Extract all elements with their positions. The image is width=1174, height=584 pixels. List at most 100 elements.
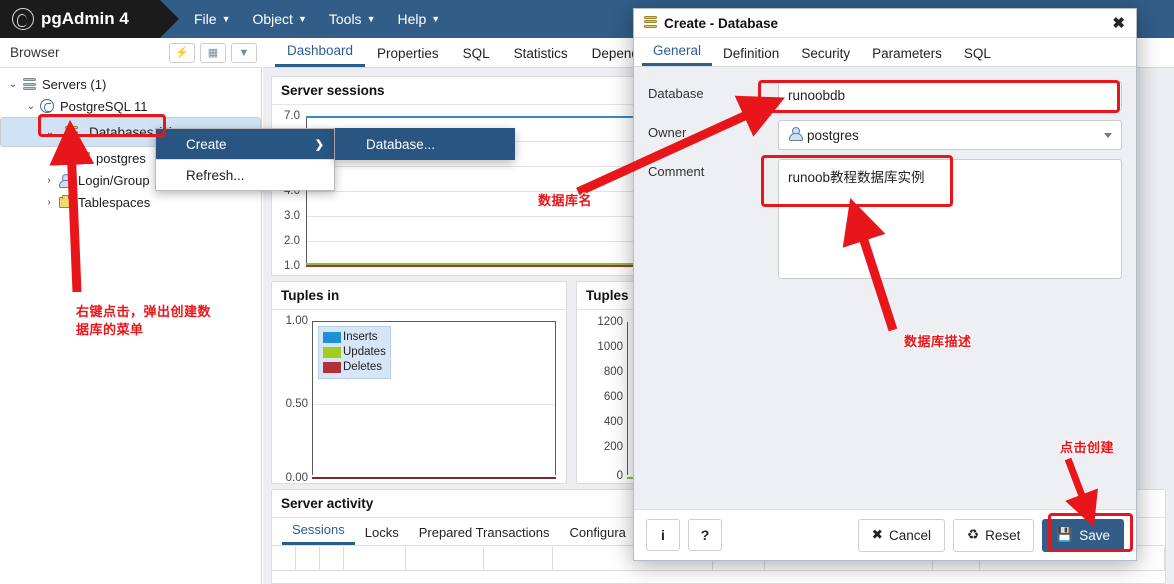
subtab-prepared-transactions[interactable]: Prepared Transactions [409, 523, 560, 545]
menu-help-label: Help [397, 11, 427, 27]
floppy-disk-icon: 💾 [1056, 527, 1074, 542]
cancel-button[interactable]: ✖ Cancel [857, 518, 946, 552]
chevron-down-icon: ▼ [221, 13, 231, 24]
chart-legend-tuples-in: Inserts Updates Deletes [318, 326, 391, 379]
dialog-tab-general[interactable]: General [642, 41, 713, 66]
chevron-down-icon[interactable]: ⌄ [24, 101, 38, 112]
panel-tuples-in-title: Tuples in [272, 282, 566, 310]
menu-tools-label: Tools [328, 11, 362, 27]
dialog-title: Create - Database [644, 15, 1109, 31]
subtab-sessions[interactable]: Sessions [282, 520, 355, 545]
chevron-right-icon[interactable]: › [60, 153, 74, 164]
help-button[interactable]: ? [688, 519, 722, 551]
ytick: 800 [603, 366, 623, 378]
context-menu-item-refresh[interactable]: Refresh... [156, 160, 334, 190]
dialog-tab-strip: General Definition Security Parameters S… [634, 38, 1136, 67]
dialog-tab-security[interactable]: Security [790, 44, 861, 66]
chevron-down-icon: ▼ [297, 13, 307, 24]
grid-icon[interactable]: ▦ [200, 42, 226, 63]
subtab-locks[interactable]: Locks [355, 523, 409, 545]
database-stack-icon [62, 126, 80, 138]
database-stack-icon [644, 15, 657, 31]
tree-item-postgresql-11[interactable]: ⌄ PostgreSQL 11 [0, 95, 261, 117]
ytick: 1200 [597, 316, 623, 328]
chevron-right-icon[interactable]: › [42, 175, 56, 186]
dialog-tab-definition[interactable]: Definition [712, 44, 790, 66]
quick-search-icon[interactable]: ⚡ [169, 42, 195, 63]
ytick: 0.00 [285, 472, 308, 484]
dialog-tab-sql[interactable]: SQL [953, 44, 1002, 66]
tree-item-login-group-label: Login/Group [78, 172, 150, 188]
dialog-title-label: Create - Database [664, 15, 779, 31]
annotation-save-note: 点击创建 [1060, 440, 1115, 455]
field-row-comment: Comment runoob教程数据库实例 [648, 159, 1122, 279]
legend-swatch-inserts [323, 332, 341, 343]
legend-item: Inserts [323, 330, 386, 345]
context-submenu-item-database-label: Database... [366, 136, 436, 152]
owner-select[interactable]: postgres [778, 120, 1122, 150]
refresh-icon: ♻ [967, 527, 980, 542]
ytick: 200 [603, 441, 623, 453]
database-field-label: Database [648, 86, 704, 101]
menu-object-label: Object [252, 11, 293, 27]
tab-sql[interactable]: SQL [451, 43, 502, 67]
chevron-right-icon[interactable]: › [42, 197, 56, 208]
chevron-right-icon: ❯ [314, 138, 324, 151]
tree-item-servers-label: Servers (1) [42, 76, 107, 92]
app-brand-label: pgAdmin 4 [41, 9, 129, 28]
close-x-icon: ✖ [871, 527, 883, 542]
menu-object[interactable]: Object ▼ [243, 6, 315, 32]
context-menu-item-create[interactable]: Create ❯ [156, 129, 334, 159]
legend-label-updates: Updates [343, 346, 386, 358]
annotation-tree-note: 右键点击，弹出创建数 据库的菜单 [76, 304, 212, 337]
owner-field-label: Owner [648, 125, 687, 140]
context-submenu[interactable]: Database... [335, 128, 515, 160]
save-button[interactable]: 💾 Save [1042, 518, 1124, 552]
tab-dashboard[interactable]: Dashboard [275, 40, 366, 67]
ytick: 400 [603, 416, 623, 428]
close-x-icon[interactable]: ✖ [1109, 14, 1128, 32]
database-name-input[interactable]: runoobdb [778, 81, 1122, 111]
tab-properties[interactable]: Properties [365, 43, 451, 67]
tree-item-tablespaces[interactable]: › Tablespaces [0, 191, 261, 213]
comment-field-label: Comment [648, 164, 705, 179]
ytick: 3.0 [284, 210, 300, 222]
menu-help[interactable]: Help ▼ [388, 6, 449, 32]
cancel-button-label: Cancel [888, 527, 932, 543]
info-button[interactable]: i [646, 519, 680, 551]
user-role-icon [788, 127, 803, 143]
chevron-down-icon: ▼ [431, 13, 441, 24]
context-menu[interactable]: Create ❯ Refresh... [155, 128, 335, 191]
context-submenu-item-database[interactable]: Database... [336, 129, 514, 159]
postgresql-elephant-icon [38, 99, 56, 113]
ytick: 1000 [597, 341, 623, 353]
owner-select-value: postgres [807, 127, 859, 143]
menu-list: File ▼ Object ▼ Tools ▼ Help ▼ [185, 0, 449, 38]
legend-label-deletes: Deletes [343, 361, 382, 373]
context-menu-item-refresh-label: Refresh... [186, 167, 245, 183]
field-row-database: Database runoobdb [648, 81, 1122, 111]
chevron-down-icon: ▼ [366, 13, 376, 24]
comment-textarea[interactable]: runoob教程数据库实例 [778, 159, 1122, 279]
tab-statistics[interactable]: Statistics [502, 43, 580, 67]
legend-swatch-deletes [323, 362, 341, 373]
ytick: 0 [616, 470, 623, 482]
ytick: 7.0 [284, 110, 300, 122]
annotation-db-desc-note: 数据库描述 [904, 334, 972, 349]
database-stack-icon [74, 152, 92, 164]
menu-file[interactable]: File ▼ [185, 6, 239, 32]
chevron-down-icon[interactable]: ⌄ [43, 127, 57, 138]
chevron-down-icon[interactable]: ⌄ [6, 79, 20, 90]
menu-tools[interactable]: Tools ▼ [320, 6, 385, 32]
menu-file-label: File [194, 11, 217, 27]
legend-item: Updates [323, 345, 386, 360]
legend-swatch-updates [323, 347, 341, 358]
reset-button[interactable]: ♻ Reset [953, 518, 1035, 552]
dialog-tab-parameters[interactable]: Parameters [861, 44, 953, 66]
tree-item-postgres-db-label: postgres [96, 150, 146, 166]
tree-item-servers[interactable]: ⌄ Servers (1) [0, 73, 261, 95]
filter-icon[interactable]: ▼ [231, 42, 257, 63]
subtab-configuration[interactable]: Configura [560, 523, 636, 545]
server-stack-icon [20, 78, 38, 90]
browser-header: Browser ⚡ ▦ ▼ [0, 38, 262, 68]
